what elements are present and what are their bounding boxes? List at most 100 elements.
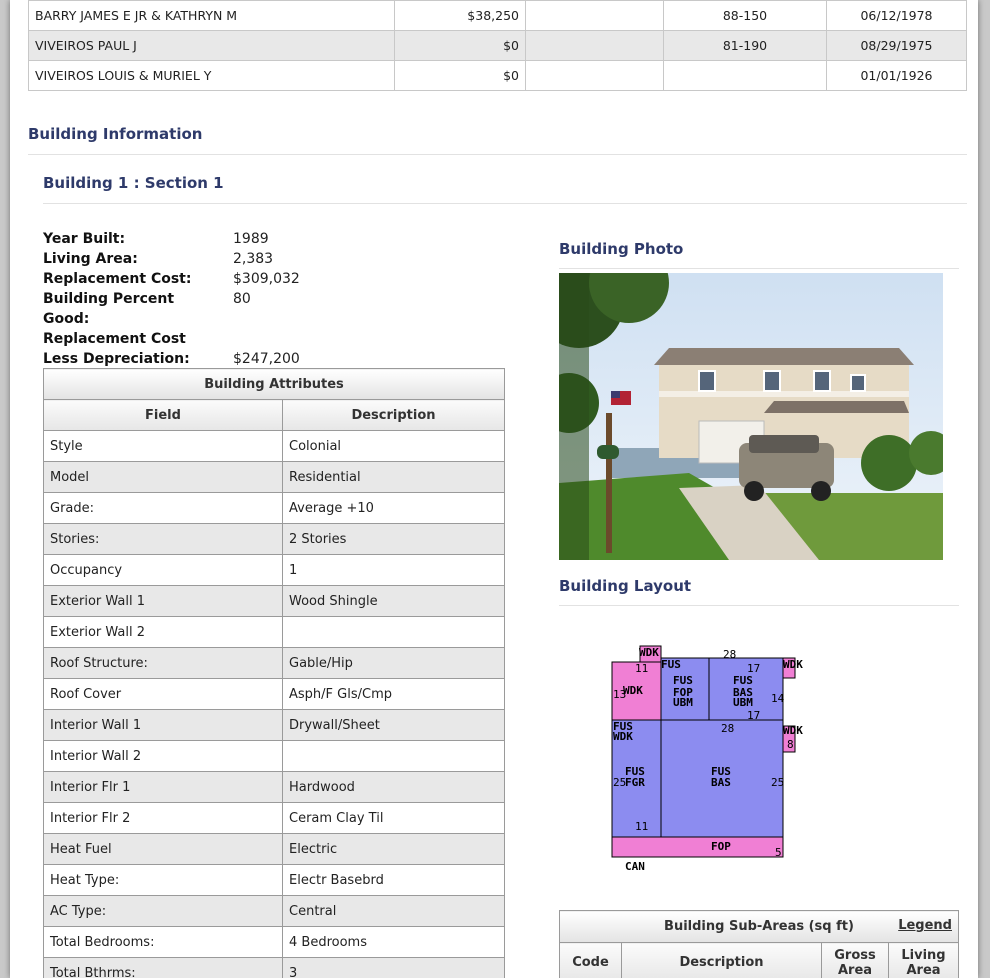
attribute-field: Exterior Wall 2 [43, 616, 283, 648]
building-photo-heading: Building Photo [559, 240, 684, 258]
sketch-dim: 25 [613, 776, 626, 789]
attribute-row: Style Colonial [43, 430, 505, 462]
description-column-header: Description [282, 399, 505, 431]
sketch-label: WDK [783, 658, 803, 671]
sketch-dim: 5 [775, 846, 782, 859]
sales-row: VIVEIROS PAUL J $0 81-190 08/29/1975 [28, 30, 967, 61]
sketch-dim: 14 [771, 692, 785, 705]
attribute-row: Heat Type: Electr Basebrd [43, 864, 505, 896]
divider [28, 154, 967, 155]
attribute-row: Exterior Wall 2 [43, 616, 505, 648]
building-subareas-table: Building Sub-Areas (sq ft) Legend Code D… [559, 910, 959, 978]
attribute-field: Style [43, 430, 283, 462]
book-page-cell [663, 60, 827, 91]
attribute-row: Stories: 2 Stories [43, 523, 505, 555]
sketch-dim: 17 [747, 662, 760, 675]
attribute-description: Electric [282, 833, 505, 865]
sketch-dim: 25 [771, 776, 784, 789]
attribute-description [282, 740, 505, 772]
sale-date-cell: 01/01/1926 [826, 60, 967, 91]
subareas-title: Building Sub-Areas (sq ft) [664, 919, 854, 934]
attribute-field: Total Bthrms: [43, 957, 283, 978]
sketch-label: FOP [711, 840, 731, 853]
attribute-field: Stories: [43, 523, 283, 555]
attribute-description: 4 Bedrooms [282, 926, 505, 958]
sketch-dim: 28 [721, 722, 734, 735]
attribute-field: Heat Type: [43, 864, 283, 896]
attribute-row: Grade: Average +10 [43, 492, 505, 524]
legend-link[interactable]: Legend [898, 918, 952, 933]
sketch-dim: 13 [613, 688, 626, 701]
info-value: $309,032 [233, 271, 300, 287]
building-layout-heading: Building Layout [559, 577, 692, 595]
sale-date-cell: 06/12/1978 [826, 0, 967, 31]
description-column-header: Description [621, 942, 822, 978]
sketch-dim: 28 [723, 648, 736, 661]
building-information-heading: Building Information [28, 125, 203, 143]
sketch-label: WDK [783, 724, 803, 737]
sketch-label: CAN [625, 860, 645, 873]
attribute-field: Roof Structure: [43, 647, 283, 679]
attribute-field: Roof Cover [43, 678, 283, 710]
gross-area-column-header: Gross Area [821, 942, 889, 978]
building-photo [559, 273, 943, 560]
attribute-description: Ceram Clay Til [282, 802, 505, 834]
building-attributes-table: Building Attributes Field Description St… [43, 368, 505, 978]
attribute-field: Model [43, 461, 283, 493]
page: BARRY JAMES E JR & KATHRYN M $38,250 88-15… [10, 0, 978, 978]
attribute-row: Interior Flr 2 Ceram Clay Til [43, 802, 505, 834]
attribute-row: Total Bedrooms: 4 Bedrooms [43, 926, 505, 958]
info-label: Living Area: [43, 251, 138, 267]
attribute-row: Interior Wall 1 Drywall/Sheet [43, 709, 505, 741]
sketch-dim: 11 [635, 662, 648, 675]
attribute-description: 3 [282, 957, 505, 978]
attribute-field: Interior Wall 1 [43, 709, 283, 741]
attribute-row: Interior Wall 2 [43, 740, 505, 772]
sales-history-table: BARRY JAMES E JR & KATHRYN M $38,250 88-15… [28, 0, 967, 91]
attribute-field: Total Bedrooms: [43, 926, 283, 958]
info-row-depreciated-cost: Replacement Cost Less Depreciation: $247… [43, 329, 513, 369]
attribute-field: Interior Wall 2 [43, 740, 283, 772]
attribute-field: Interior Flr 1 [43, 771, 283, 803]
sale-date-cell: 08/29/1975 [826, 30, 967, 61]
attribute-description: 1 [282, 554, 505, 586]
attribute-description: Residential [282, 461, 505, 493]
certificate-cell [525, 0, 664, 31]
attribute-field: Exterior Wall 1 [43, 585, 283, 617]
owner-cell: VIVEIROS PAUL J [28, 30, 395, 61]
code-column-header: Code [559, 942, 622, 978]
info-label: Replacement Cost Less Depreciation: [43, 331, 190, 367]
price-cell: $0 [394, 30, 526, 61]
divider [559, 605, 959, 606]
price-cell: $38,250 [394, 0, 526, 31]
attribute-field: Occupancy [43, 554, 283, 586]
info-row-living-area: Living Area: 2,383 [43, 249, 513, 269]
attribute-description: Wood Shingle [282, 585, 505, 617]
owner-cell: BARRY JAMES E JR & KATHRYN M [28, 0, 395, 31]
book-page-cell: 81-190 [663, 30, 827, 61]
attribute-row: Total Bthrms: 3 [43, 957, 505, 978]
info-row-year-built: Year Built: 1989 [43, 229, 513, 249]
sketch-label: WDK [639, 646, 659, 659]
attribute-field: Interior Flr 2 [43, 802, 283, 834]
sketch-label: WDK [613, 730, 633, 743]
certificate-cell [525, 60, 664, 91]
info-value: $247,200 [233, 351, 300, 367]
sketch-label: UBM [733, 696, 753, 709]
attribute-row: Heat Fuel Electric [43, 833, 505, 865]
owner-cell: VIVEIROS LOUIS & MURIEL Y [28, 60, 395, 91]
attribute-description [282, 616, 505, 648]
book-page-cell: 88-150 [663, 0, 827, 31]
info-value: 80 [233, 291, 251, 307]
info-value: 1989 [233, 231, 269, 247]
sketch-label: FGR [625, 776, 645, 789]
attribute-description: Asph/F Gls/Cmp [282, 678, 505, 710]
attribute-row: Occupancy 1 [43, 554, 505, 586]
attribute-description: Drywall/Sheet [282, 709, 505, 741]
info-label: Building Percent Good: [43, 291, 175, 327]
living-area-column-header: Living Area [888, 942, 959, 978]
info-label: Year Built: [43, 231, 126, 247]
sketch-label: BAS [711, 776, 731, 789]
attribute-row: Exterior Wall 1 Wood Shingle [43, 585, 505, 617]
sales-row: BARRY JAMES E JR & KATHRYN M $38,250 88-15… [28, 0, 967, 31]
